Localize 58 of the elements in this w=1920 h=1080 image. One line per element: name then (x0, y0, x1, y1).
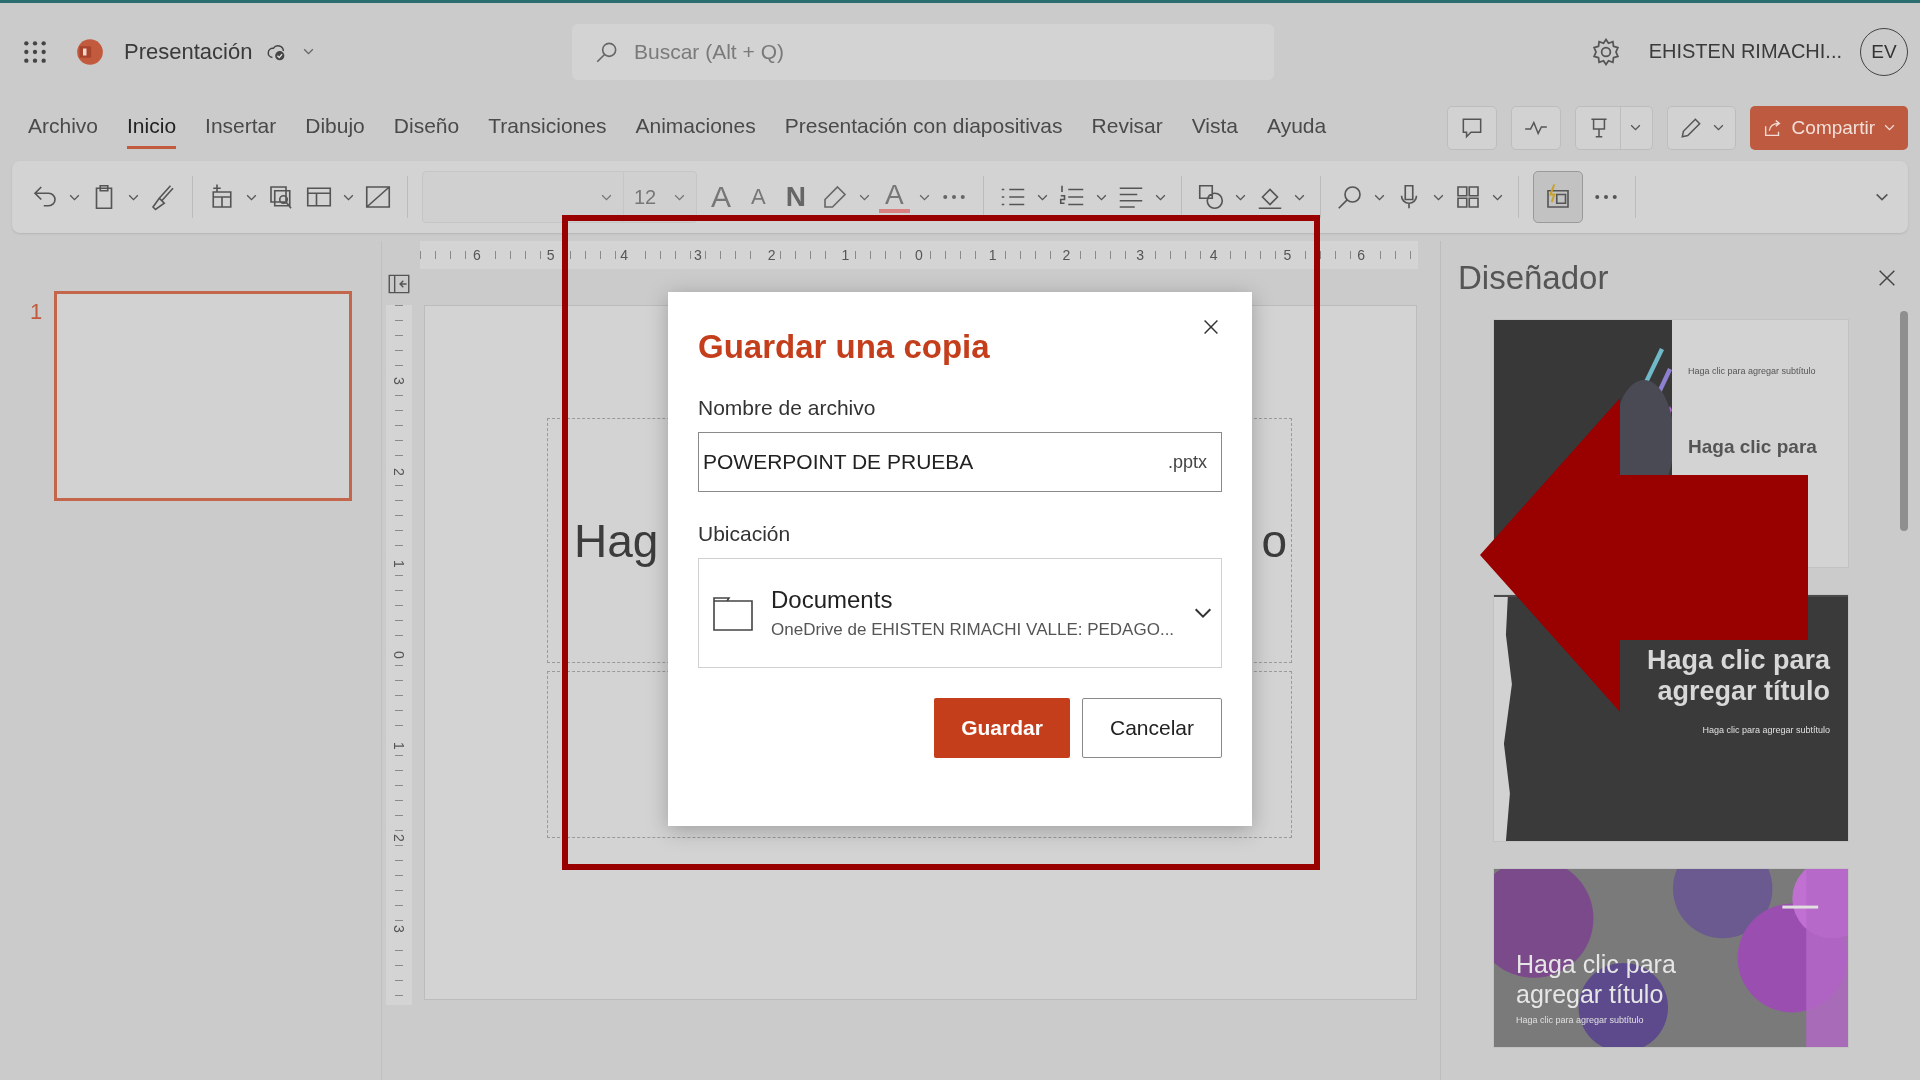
shrink-font-button[interactable]: A (745, 186, 772, 208)
ribbon-tab[interactable]: Insertar (205, 106, 277, 149)
location-path: OneDrive de EHISTEN RIMACHI VALLE: PEDAGO... (771, 620, 1175, 640)
ribbon-tab[interactable]: Transiciones (488, 106, 607, 149)
title-text: o (1261, 513, 1287, 568)
folder-icon (713, 595, 753, 631)
search-field[interactable]: Buscar (Alt + Q) (572, 23, 1274, 80)
file-extension: .pptx (1167, 451, 1207, 473)
title-text: Hag (574, 513, 659, 568)
close-icon[interactable] (1876, 267, 1898, 289)
ruler-number: 0 (912, 248, 926, 262)
design-title: Haga clic para agregar título (1645, 645, 1830, 708)
cancel-button[interactable]: Cancelar (1082, 698, 1222, 758)
design-subtitle: Haga clic para agregar subtítulo (1688, 366, 1817, 376)
slide-thumbnail[interactable] (54, 291, 353, 501)
ruler-number: 4 (617, 248, 632, 262)
ruler-number: 3 (392, 922, 406, 937)
ribbon-tab[interactable]: Presentación con diapositivas (784, 106, 1063, 149)
ribbon-tab[interactable]: Dibujo (305, 106, 365, 149)
ribbon-tab[interactable]: Inicio (127, 106, 177, 149)
pen-button[interactable] (1666, 105, 1736, 150)
app-launcher-icon[interactable] (22, 38, 48, 65)
slide-number: 1 (30, 298, 43, 326)
designer-button[interactable] (1532, 171, 1583, 223)
ribbon-tab[interactable]: Archivo (28, 106, 99, 149)
app-logo-icon (76, 37, 104, 66)
location-name: Documents (771, 586, 894, 614)
present-button[interactable] (1574, 105, 1653, 150)
ribbon-tab[interactable]: Revisar (1091, 106, 1163, 149)
font-color-button[interactable]: A (878, 181, 910, 213)
ribbon-tab[interactable]: Vista (1191, 106, 1239, 149)
ribbon-tab[interactable]: Ayuda (1267, 106, 1327, 149)
design-subtitle: Haga clic para agregar subtítulo (1702, 725, 1830, 736)
design-thumbnail[interactable]: Haga clic para agregar título Haga clic para agregar subtítulo (1493, 868, 1849, 1048)
ruler-number: 3 (691, 248, 705, 262)
scrollbar[interactable] (1900, 311, 1908, 531)
field-label: Ubicación (698, 522, 792, 546)
panel-title: Diseñador (1458, 259, 1609, 297)
save-button[interactable]: Guardar (934, 698, 1070, 758)
design-title: Haga clic para (1688, 436, 1818, 458)
ruler-number: 0 (392, 648, 406, 662)
share-button[interactable]: Compartir (1749, 105, 1908, 150)
dialog-title: Guardar una copia (698, 328, 990, 366)
comments-button[interactable] (1446, 105, 1497, 150)
location-dropdown[interactable]: Documents OneDrive de EHISTEN RIMACHI VALLE: PEDAGO... (698, 558, 1222, 668)
field-label: Nombre de archivo (698, 396, 877, 420)
ribbon-tab[interactable]: Animaciones (635, 106, 756, 149)
activity-button[interactable] (1510, 105, 1561, 150)
settings-icon[interactable] (1590, 36, 1621, 67)
design-title: Haga clic para agregar título (1516, 949, 1677, 1009)
user-name[interactable]: EHISTEN RIMACHI... (1648, 40, 1842, 63)
document-title[interactable]: Presentación (124, 38, 253, 65)
grow-font-button[interactable]: A (705, 182, 737, 212)
ruler-number: 3 (1133, 248, 1147, 262)
filename-field[interactable]: POWERPOINT DE PRUEBA .pptx (698, 432, 1222, 492)
ribbon-tab[interactable]: Diseño (393, 106, 460, 149)
design-subtitle: Haga clic para agregar subtítulo (1516, 1015, 1645, 1025)
bold-button[interactable]: N (779, 183, 812, 211)
